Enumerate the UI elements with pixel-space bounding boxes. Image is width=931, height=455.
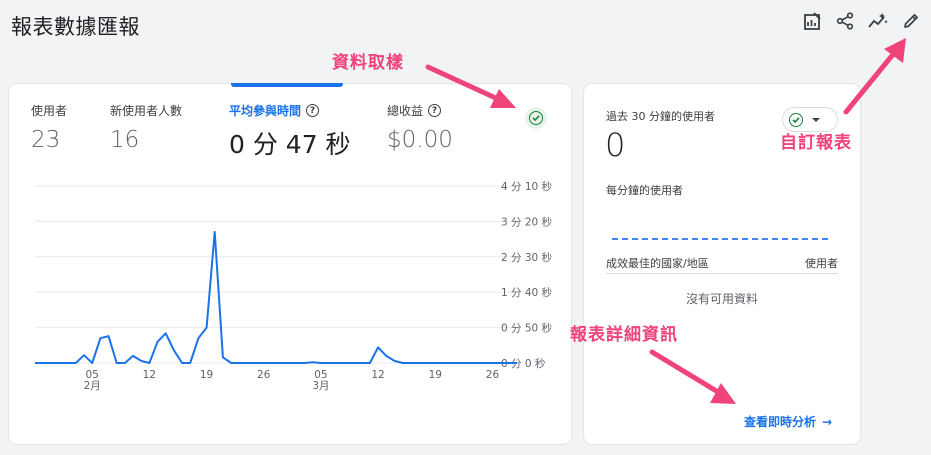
y-tick-label: 2 分 30 秒 <box>501 251 553 264</box>
x-tick-label: 26 <box>486 369 500 381</box>
page-title: 報表數據匯報 <box>11 15 140 39</box>
annotation-customize-report: 自訂報表 <box>780 133 852 153</box>
realtime-users-value: 0 <box>605 126 626 164</box>
header-toolbar <box>802 10 921 32</box>
x-tick-sublabel: 2月 <box>84 380 101 392</box>
y-tick-label: 3 分 20 秒 <box>501 215 553 228</box>
check-circle-icon <box>789 112 803 127</box>
y-tick-label: 1 分 40 秒 <box>501 286 553 299</box>
view-realtime-link[interactable]: 查看即時分析 → <box>744 413 832 430</box>
annotation-report-details: 報表詳細資訊 <box>570 325 678 345</box>
x-tick-label: 19 <box>200 369 213 381</box>
engagement-time-line-chart: 4 分 10 秒 3 分 20 秒 2 分 30 秒 1 分 40 秒 0 分 50 秒… <box>35 180 553 392</box>
x-tick-label: 26 <box>257 369 271 381</box>
x-tick-sublabel: 3月 <box>312 380 329 392</box>
no-data-message: 沒有可用資料 <box>685 292 758 306</box>
realtime-title: 過去 30 分鐘的使用者 <box>606 110 715 123</box>
chevron-down-icon <box>812 117 820 122</box>
divider <box>606 273 838 274</box>
per-minute-label: 每分鐘的使用者 <box>606 184 683 197</box>
column-header-country: 成效最佳的國家/地區 <box>606 257 709 270</box>
x-tick-label: 12 <box>143 369 156 381</box>
series-line <box>35 231 517 364</box>
insights-icon[interactable] <box>868 10 888 32</box>
y-tick-label: 4 分 10 秒 <box>501 180 553 193</box>
customize-report-icon[interactable] <box>802 10 822 32</box>
overview-card: 使用者 23 新使用者人數 16 平均參與時間? 0 分 47 秒 總收益? $… <box>9 83 571 444</box>
view-realtime-label: 查看即時分析 <box>744 415 817 429</box>
share-icon[interactable] <box>835 10 855 32</box>
x-tick-label: 12 <box>371 369 384 381</box>
column-header-users: 使用者 <box>805 257 838 270</box>
per-minute-sparkline <box>612 238 828 240</box>
arrow-right-icon: → <box>822 414 833 429</box>
y-tick-label: 0 分 50 秒 <box>501 322 553 335</box>
annotation-data-sampling: 資料取樣 <box>332 53 404 73</box>
x-tick-label: 19 <box>429 369 442 381</box>
edit-icon[interactable] <box>901 10 921 32</box>
